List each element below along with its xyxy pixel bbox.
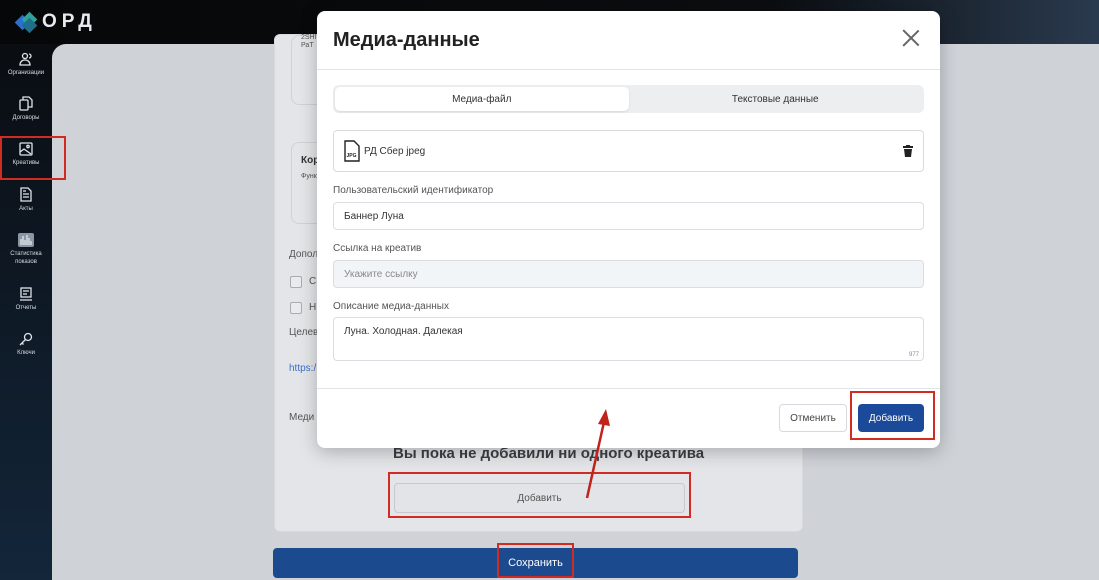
annotation-arrow — [585, 409, 610, 499]
